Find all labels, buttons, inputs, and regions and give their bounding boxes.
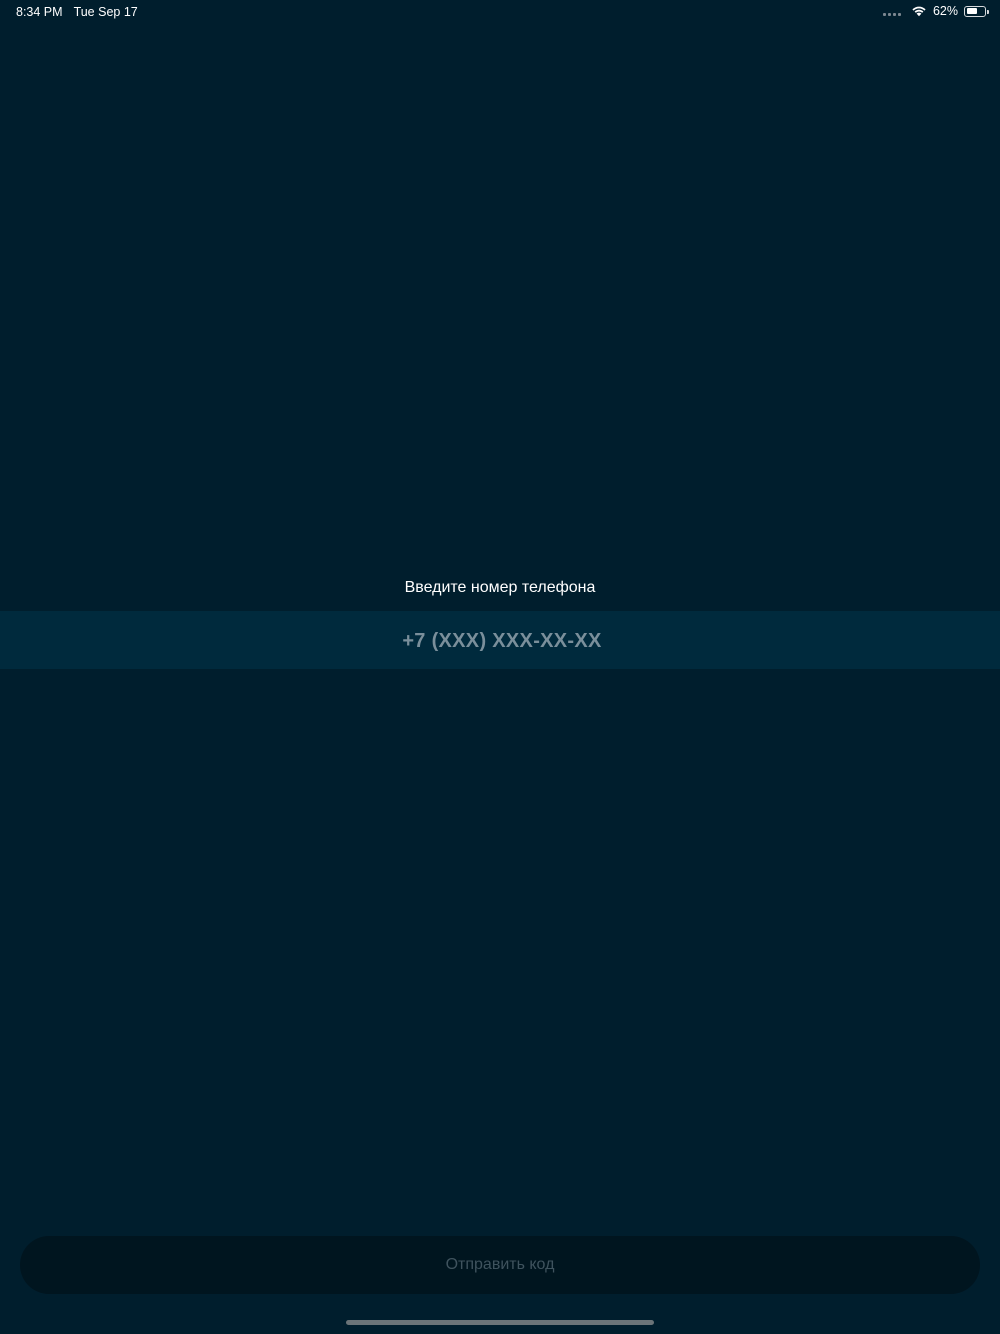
- status-right: 62%: [882, 4, 989, 18]
- phone-number-input[interactable]: [0, 611, 1000, 671]
- battery-fill: [966, 8, 978, 14]
- phone-number-label: Введите номер телефона: [404, 579, 596, 596]
- phone-input-container: [0, 611, 1000, 671]
- status-left: 8:34 PM Tue Sep 17: [16, 5, 138, 19]
- battery-percentage: 62%: [932, 4, 958, 18]
- status-time: 8:34 PM: [16, 5, 63, 19]
- send-code-button[interactable]: Отправить код: [20, 1236, 980, 1294]
- status-bar: 8:34 PM Tue Sep 17 62%: [0, 0, 1000, 24]
- phone-login-screen: 8:34 PM Tue Sep 17 62% Введите номер тел…: [0, 0, 1000, 1334]
- status-date: Tue Sep 17: [73, 5, 138, 19]
- battery-tip: [987, 9, 989, 14]
- home-indicator[interactable]: [346, 1320, 654, 1325]
- wifi-icon: [912, 6, 926, 17]
- cellular-signal-icon: [882, 4, 901, 18]
- battery-icon: [964, 5, 989, 17]
